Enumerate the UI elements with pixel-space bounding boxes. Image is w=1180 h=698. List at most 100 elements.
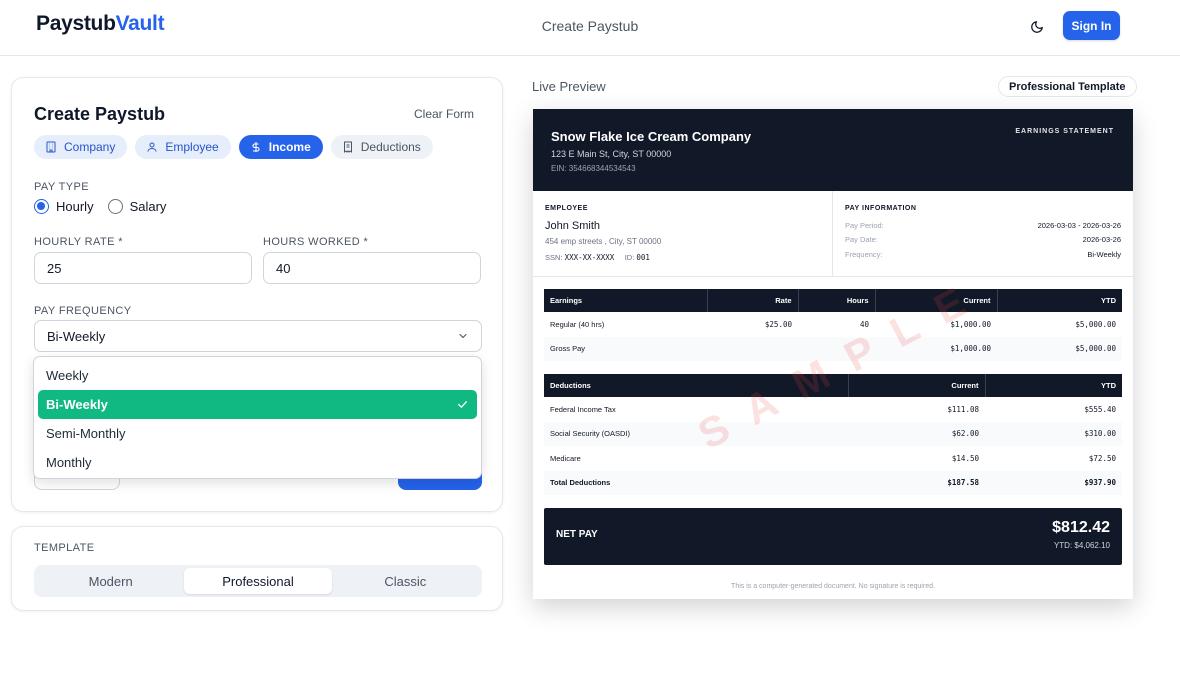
pay-period-row: Pay Period: 2026-03-03 - 2026-03-26: [845, 221, 1121, 230]
clear-form-button[interactable]: Clear Form: [414, 107, 474, 121]
company-address: 123 E Main St, City, ST 00000: [551, 149, 672, 159]
theme-toggle-button[interactable]: [1024, 14, 1050, 40]
tab-income-label: Income: [268, 140, 311, 154]
radio-dot: [107, 199, 123, 214]
frequency-option-monthly[interactable]: Monthly: [38, 448, 477, 477]
deduction-name: Federal Income Tax: [550, 404, 616, 414]
tab-income[interactable]: Income: [238, 135, 323, 159]
user-icon: [145, 140, 159, 154]
id-label: ID:: [624, 253, 635, 262]
deduction-current-header: Current: [848, 374, 986, 397]
deduction-current: $111.08: [947, 404, 979, 414]
tab-employee[interactable]: Employee: [135, 135, 231, 159]
dollar-icon: [249, 140, 263, 154]
statement-title: EARNINGS STATEMENT: [1015, 128, 1114, 135]
earning-name: Gross Pay: [544, 336, 707, 361]
pay-frequency-label: PAY FREQUENCY: [34, 305, 132, 317]
employee-heading: EMPLOYEE: [545, 205, 588, 212]
employee-ids: SSN: XXX-XX-XXXX ID: 001: [545, 253, 650, 262]
net-pay-label: NET PAY: [556, 529, 598, 540]
hours-worked-input[interactable]: 40: [263, 252, 481, 284]
deduction-ytd: $310.00: [985, 421, 1122, 446]
tab-employee-label: Employee: [165, 140, 219, 154]
earning-rate: [707, 336, 798, 361]
pay-date-row: Pay Date: 2026-03-26: [845, 235, 1121, 244]
nav-create-paystub-link[interactable]: Create Paystub: [542, 18, 639, 34]
sign-in-button[interactable]: Sign In: [1063, 11, 1120, 40]
table-row: Regular (40 hrs) $25.00 40 $1,000.00 $5,…: [544, 312, 1122, 337]
pay-frequency-dropdown: Weekly Bi-Weekly Semi-Monthly Monthly: [33, 356, 482, 479]
tab-company-label: Company: [64, 140, 116, 154]
earnings-header: Earnings: [544, 289, 708, 312]
ssn-label: SSN:: [545, 253, 563, 262]
template-option-professional[interactable]: Professional: [184, 568, 332, 594]
hours-worked-label: HOURS WORKED *: [263, 236, 369, 248]
company-ein: EIN: 354668344534543: [551, 164, 636, 173]
frequency-option-semi-monthly[interactable]: Semi-Monthly: [38, 419, 477, 448]
deduction-current: $187.58: [848, 470, 985, 495]
frequency-row: Frequency: Bi-Weekly: [845, 250, 1121, 259]
radio-dot: [34, 199, 49, 214]
option-label: Weekly: [46, 368, 89, 383]
employee-address: 454 emp streets , City, ST 00000: [545, 237, 662, 246]
earning-hours: 40: [859, 319, 869, 329]
deduction-ytd: $937.90: [985, 470, 1122, 495]
table-row: Gross Pay $1,000.00 $5,000.00: [544, 336, 1122, 361]
employee-name: John Smith: [545, 220, 601, 232]
deduction-ytd: $555.40: [1084, 404, 1116, 414]
deduction-name: Total Deductions: [544, 470, 848, 495]
logo-text-1: Paystub: [36, 12, 116, 35]
earning-ytd: $5,000.00: [997, 336, 1122, 361]
deduction-current: $14.50: [951, 453, 979, 463]
frequency-option-bi-weekly[interactable]: Bi-Weekly: [38, 390, 477, 419]
paystub-document: Snow Flake Ice Cream Company 123 E Main …: [533, 109, 1133, 599]
deduction-name: Social Security (OASDI): [544, 421, 848, 446]
earning-current: $1,000.00: [875, 336, 997, 361]
option-label: Semi-Monthly: [46, 426, 126, 441]
form-tabs: Company Employee Income Deductions: [34, 135, 433, 159]
template-option-modern[interactable]: Modern: [37, 568, 184, 594]
tab-deductions[interactable]: Deductions: [330, 135, 433, 159]
deduction-ytd-header: YTD: [985, 374, 1122, 397]
hourly-rate-label: HOURLY RATE *: [34, 236, 123, 248]
pay-frequency-select[interactable]: Bi-Weekly: [34, 320, 482, 352]
table-row: Total Deductions $187.58 $937.90: [544, 470, 1122, 495]
tab-deductions-label: Deductions: [360, 140, 421, 154]
template-label: TEMPLATE: [34, 542, 95, 554]
earning-hours: [798, 336, 875, 361]
pay-date-label: Pay Date:: [845, 235, 878, 244]
earning-current: $1,000.00: [950, 319, 991, 329]
pay-period-value: 2026-03-03 - 2026-03-26: [1037, 221, 1121, 230]
pay-period-label: Pay Period:: [845, 221, 884, 230]
hourly-rate-input[interactable]: 25: [34, 252, 252, 284]
frequency-value: Bi-Weekly: [1087, 250, 1121, 259]
pay-type-hourly-label: Hourly: [56, 199, 94, 214]
live-preview-label: Live Preview: [532, 79, 606, 94]
form-title: Create Paystub: [34, 104, 166, 124]
tab-company[interactable]: Company: [34, 135, 128, 159]
deductions-header: Deductions: [544, 374, 849, 397]
receipt-icon: [341, 140, 355, 154]
pay-frequency-value: Bi-Weekly: [47, 328, 106, 344]
option-label: Bi-Weekly: [46, 397, 108, 412]
chevron-down-icon: [459, 333, 467, 339]
template-option-classic[interactable]: Classic: [332, 568, 479, 594]
company-name: Snow Flake Ice Cream Company: [551, 129, 752, 144]
table-row: Federal Income Tax $111.08 $555.40: [544, 397, 1122, 422]
net-pay-section: NET PAY $812.42 YTD: $4,062.10: [544, 508, 1122, 565]
ytd-header: YTD: [997, 289, 1122, 312]
deductions-table: Deductions Current YTD Federal Income Ta…: [544, 374, 1122, 495]
hours-header: Hours: [798, 289, 876, 312]
frequency-option-weekly[interactable]: Weekly: [38, 361, 477, 390]
current-header: Current: [875, 289, 998, 312]
moon-icon: [1031, 21, 1043, 33]
check-icon: [458, 401, 467, 408]
pay-type-hourly-radio[interactable]: Hourly: [34, 199, 94, 214]
pay-information-section: PAY INFORMATION Pay Period: 2026-03-03 - …: [833, 191, 1133, 277]
logo[interactable]: PaystubVault: [36, 12, 165, 36]
pay-type-radio-group: Hourly Salary: [34, 199, 166, 214]
pay-type-salary-radio[interactable]: Salary: [107, 199, 166, 214]
id-value: 001: [636, 253, 650, 262]
table-row: Medicare $14.50 $72.50: [544, 446, 1122, 471]
net-pay-ytd: YTD: $4,062.10: [1053, 541, 1110, 550]
